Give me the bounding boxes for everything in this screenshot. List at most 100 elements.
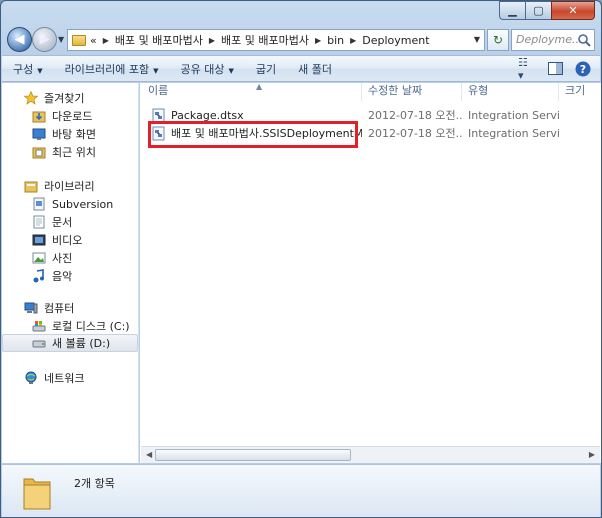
computer-icon bbox=[24, 302, 38, 314]
nav-item-new-volume-d[interactable]: 새 볼륨 (D:) bbox=[2, 334, 138, 352]
details-pane: 2개 항목 bbox=[2, 464, 600, 517]
new-folder-button[interactable]: 새 폴더 bbox=[287, 61, 343, 77]
nav-item-documents[interactable]: 문서 bbox=[2, 213, 138, 231]
file-type: Integration Servic... bbox=[468, 126, 559, 140]
change-view-icon[interactable]: ☷ ▾ bbox=[518, 56, 536, 82]
nav-computer-label: 컴퓨터 bbox=[44, 302, 75, 315]
share-with-button[interactable]: 공유 대상 ▼ bbox=[170, 61, 245, 77]
address-bar[interactable]: « ▶ 배포 및 배포마법사 ▶ 배포 및 배포마법사 ▶ bin ▶ Depl… bbox=[67, 29, 485, 51]
chevron-down-icon: ▼ bbox=[228, 66, 234, 75]
sort-ascending-icon: ▲ bbox=[256, 83, 263, 91]
maximize-button[interactable]: ▢ bbox=[525, 1, 551, 20]
forward-button[interactable]: ▶ bbox=[32, 27, 57, 52]
downloads-folder-icon bbox=[32, 111, 46, 123]
horizontal-scrollbar[interactable]: ◀ ▶ bbox=[141, 446, 600, 463]
folder-icon bbox=[23, 478, 51, 510]
column-header-label: 이름 bbox=[148, 84, 169, 97]
column-header-type[interactable]: 유형 bbox=[462, 83, 559, 101]
svg-text:?: ? bbox=[580, 63, 586, 76]
file-date: 2012-07-18 오전... bbox=[368, 109, 462, 122]
include-in-library-button[interactable]: 라이브러리에 포함 ▼ bbox=[54, 61, 170, 77]
column-header-name[interactable]: 이름 ▲ bbox=[140, 83, 362, 101]
recent-places-icon bbox=[32, 147, 46, 159]
nav-item-subversion[interactable]: Subversion bbox=[2, 195, 138, 213]
nav-libraries[interactable]: 라이브러리 bbox=[2, 177, 138, 195]
nav-item-pictures[interactable]: 사진 bbox=[2, 249, 138, 267]
burn-button[interactable]: 굽기 bbox=[245, 61, 287, 77]
breadcrumb-separator-icon[interactable]: ▶ bbox=[103, 36, 109, 45]
file-list: 이름 ▲ 수정한 날짜 유형 크기 Package.dtsx 2012-07-1… bbox=[140, 83, 601, 463]
nav-item-local-disk-c[interactable]: 로컬 디스크 (C:) bbox=[2, 317, 138, 335]
command-bar: 구성 ▼ 라이브러리에 포함 ▼ 공유 대상 ▼ 굽기 새 폴더 ☷ ▾ ? bbox=[2, 55, 600, 82]
subversion-library-icon bbox=[33, 197, 45, 211]
nav-item-label: 비디오 bbox=[52, 234, 83, 247]
nav-item-downloads[interactable]: 다운로드 bbox=[2, 107, 138, 125]
breadcrumb-item[interactable]: Deployment bbox=[362, 34, 429, 47]
scroll-left-icon[interactable]: ◀ bbox=[146, 450, 152, 459]
scroll-right-icon[interactable]: ▶ bbox=[589, 450, 595, 459]
breadcrumb-overflow[interactable]: « bbox=[90, 34, 97, 47]
explorer-window: ▁ ▢ ✕ ◀ ▶ ▼ « ▶ 배포 및 배포마법사 ▶ 배포 및 배포마법사 … bbox=[0, 0, 602, 518]
window-controls: ▁ ▢ ✕ bbox=[499, 1, 595, 20]
organize-label: 구성 bbox=[13, 62, 34, 76]
nav-item-label: 로컬 디스크 (C:) bbox=[52, 320, 130, 333]
search-placeholder: Deployme... bbox=[516, 33, 583, 46]
navigation-row: ◀ ▶ ▼ « ▶ 배포 및 배포마법사 ▶ 배포 및 배포마법사 ▶ bin … bbox=[7, 27, 595, 53]
chevron-down-icon: ▼ bbox=[37, 66, 43, 75]
desktop-icon bbox=[32, 128, 46, 140]
scrollbar-thumb[interactable] bbox=[155, 449, 351, 461]
nav-item-label: 바탕 화면 bbox=[52, 128, 96, 141]
organize-button[interactable]: 구성 ▼ bbox=[2, 61, 54, 77]
file-date: 2012-07-18 오전... bbox=[368, 127, 462, 140]
nav-libraries-label: 라이브러리 bbox=[44, 180, 95, 193]
back-button[interactable]: ◀ bbox=[7, 27, 32, 52]
nav-item-label: 사진 bbox=[52, 252, 73, 265]
include-in-library-label: 라이브러리에 포함 bbox=[64, 62, 150, 76]
pictures-icon bbox=[32, 252, 46, 264]
file-type: Integration Servic... bbox=[468, 108, 559, 122]
close-button[interactable]: ✕ bbox=[551, 1, 595, 20]
nav-network[interactable]: 네트워크 bbox=[2, 369, 138, 387]
recent-pages-dropdown[interactable]: ▼ bbox=[58, 35, 64, 44]
help-icon[interactable]: ? bbox=[574, 60, 592, 77]
nav-network-label: 네트워크 bbox=[44, 372, 85, 385]
title-bar[interactable]: ▁ ▢ ✕ bbox=[1, 1, 601, 25]
view-controls: ☷ ▾ ? bbox=[518, 56, 592, 82]
nav-item-label: 다운로드 bbox=[52, 110, 93, 123]
breadcrumb-separator-icon[interactable]: ▶ bbox=[315, 36, 321, 45]
navigation-pane: 즐겨찾기 다운로드 바탕 화면 최근 위치 라이브러리 Subversion 문… bbox=[2, 83, 139, 463]
nav-item-label: 음악 bbox=[52, 270, 73, 283]
breadcrumb-separator-icon[interactable]: ▶ bbox=[209, 36, 215, 45]
videos-icon bbox=[32, 234, 46, 246]
preview-pane-icon[interactable] bbox=[546, 60, 564, 77]
nav-favorites[interactable]: 즐겨찾기 bbox=[2, 89, 138, 107]
breadcrumb-separator-icon[interactable]: ▶ bbox=[350, 36, 356, 45]
search-input[interactable]: Deployme... bbox=[511, 29, 595, 51]
column-header-date[interactable]: 수정한 날짜 bbox=[362, 83, 462, 101]
minimize-button[interactable]: ▁ bbox=[499, 1, 525, 20]
nav-item-label: 최근 위치 bbox=[52, 146, 96, 159]
refresh-button[interactable]: ↻ bbox=[487, 29, 509, 51]
nav-item-music[interactable]: 음악 bbox=[2, 267, 138, 285]
chevron-down-icon: ▼ bbox=[153, 66, 159, 75]
highlight-annotation bbox=[148, 121, 358, 148]
breadcrumb-item[interactable]: bin bbox=[327, 34, 344, 47]
nav-item-label: 문서 bbox=[52, 216, 73, 229]
music-icon bbox=[33, 269, 44, 283]
nav-item-label: Subversion bbox=[52, 197, 114, 211]
drive-icon bbox=[32, 340, 46, 348]
nav-item-videos[interactable]: 비디오 bbox=[2, 231, 138, 249]
nav-item-recent-places[interactable]: 최근 위치 bbox=[2, 143, 138, 161]
nav-computer[interactable]: 컴퓨터 bbox=[2, 299, 138, 317]
address-dropdown-icon[interactable]: ▼ bbox=[474, 35, 480, 44]
folder-icon bbox=[72, 34, 86, 46]
breadcrumb-item[interactable]: 배포 및 배포마법사 bbox=[115, 32, 203, 48]
star-icon bbox=[24, 91, 38, 105]
file-name: Package.dtsx bbox=[171, 108, 244, 122]
column-header-size[interactable]: 크기 bbox=[559, 83, 601, 101]
breadcrumb-item[interactable]: 배포 및 배포마법사 bbox=[221, 32, 309, 48]
search-icon bbox=[578, 34, 591, 47]
documents-icon bbox=[33, 215, 45, 229]
nav-item-desktop[interactable]: 바탕 화면 bbox=[2, 125, 138, 143]
nav-item-label: 새 볼륨 (D:) bbox=[52, 337, 111, 350]
